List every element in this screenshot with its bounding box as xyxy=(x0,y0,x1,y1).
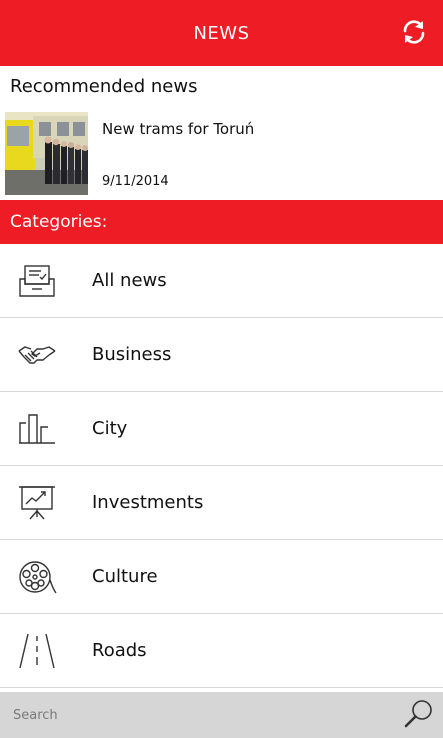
category-label: Roads xyxy=(92,640,147,661)
category-item-culture[interactable]: Culture xyxy=(0,540,443,614)
category-item-roads[interactable]: Roads xyxy=(0,614,443,688)
inbox-icon xyxy=(17,261,57,301)
category-item-all-news[interactable]: All news xyxy=(0,244,443,318)
category-label: Culture xyxy=(92,566,158,587)
category-item-investments[interactable]: Investments xyxy=(0,466,443,540)
film-reel-icon xyxy=(17,557,57,597)
search-icon xyxy=(404,700,432,728)
category-item-city[interactable]: City xyxy=(0,392,443,466)
recommended-news-title: Recommended news xyxy=(10,76,198,97)
category-label: Business xyxy=(92,344,172,365)
city-icon xyxy=(17,409,57,449)
news-thumbnail xyxy=(5,112,88,195)
category-list: All news Business City Investments Cultu… xyxy=(0,244,443,688)
categories-header: Categories: xyxy=(0,200,443,244)
category-item-business[interactable]: Business xyxy=(0,318,443,392)
app-header: NEWS xyxy=(0,0,443,66)
search-input[interactable] xyxy=(0,692,390,738)
category-label: All news xyxy=(92,270,167,291)
road-icon xyxy=(17,631,57,671)
category-label: Investments xyxy=(92,492,204,513)
categories-title: Categories: xyxy=(10,212,108,232)
category-label: City xyxy=(92,418,128,439)
refresh-button[interactable] xyxy=(399,17,429,47)
refresh-icon xyxy=(403,20,425,44)
news-headline: New trams for Toruń xyxy=(102,120,255,138)
handshake-icon xyxy=(17,335,57,375)
news-date: 9/11/2014 xyxy=(102,174,169,189)
page-title: NEWS xyxy=(193,22,250,44)
search-button[interactable] xyxy=(403,698,435,730)
search-bar xyxy=(0,692,443,738)
recommended-news-card[interactable]: New trams for Toruń 9/11/2014 xyxy=(0,106,443,200)
chart-board-icon xyxy=(17,483,57,523)
